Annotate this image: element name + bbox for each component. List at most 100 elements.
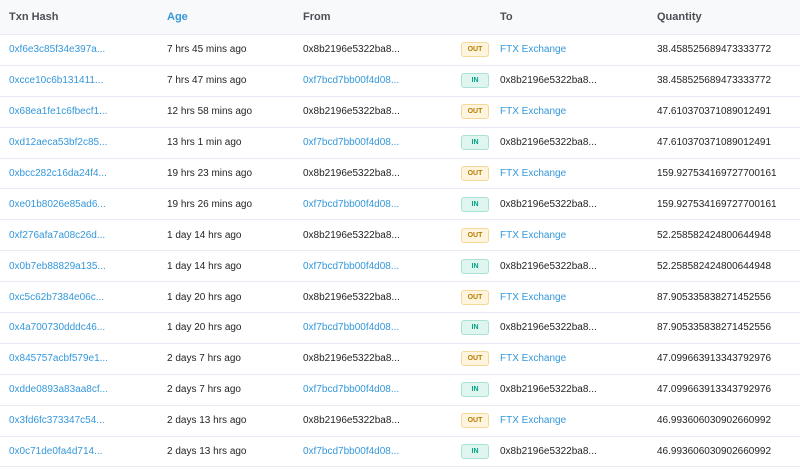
direction-badge: OUT [461, 166, 489, 181]
direction-badge: OUT [461, 413, 489, 429]
txn-hash-link[interactable]: 0xcce10c6b131411... [9, 66, 159, 96]
column-header-age[interactable]: Age [167, 0, 297, 34]
direction-cell: IN [461, 251, 489, 281]
direction-cell: OUT [461, 97, 489, 127]
txn-hash-link[interactable]: 0x0c71de0fa4d714... [9, 437, 159, 467]
txn-quantity: 159.927534169727700161 [657, 198, 777, 210]
txn-quantity: 87.905335838271452556 [657, 322, 772, 334]
from-address: 0x8b2196e5322ba8... [303, 291, 400, 303]
from-address[interactable]: 0xf7bcd7bb00f4d08... [303, 251, 453, 281]
table-row: 0x845757acbf579e1... 2 days 7 hrs ago 0x8b… [0, 344, 800, 375]
table-header: Txn Hash Age From To Quantity [0, 0, 800, 35]
direction-badge: IN [461, 382, 489, 398]
txn-quantity: 52.258582424800644948 [657, 260, 772, 272]
direction-cell: IN [461, 66, 489, 96]
table-row: 0xbcc282c16da24f4... 19 hrs 23 mins ago 0x… [0, 159, 800, 190]
to-address[interactable]: FTX Exchange [500, 344, 650, 374]
txn-age: 19 hrs 26 mins ago [167, 198, 253, 210]
from-address[interactable]: 0xf7bcd7bb00f4d08... [303, 128, 453, 158]
txn-quantity: 87.905335838271452556 [657, 291, 772, 303]
from-address[interactable]: 0xf7bcd7bb00f4d08... [303, 313, 453, 343]
txn-age: 1 day 14 hrs ago [167, 260, 242, 272]
table-row: 0xdde0893a83aa8cf... 2 days 7 hrs ago 0xf7… [0, 375, 800, 406]
from-address[interactable]: 0xf7bcd7bb00f4d08... [303, 375, 453, 405]
column-header-from: From [303, 11, 331, 23]
direction-badge: OUT [461, 289, 489, 305]
txn-age: 1 day 20 hrs ago [167, 322, 242, 334]
txn-hash-link[interactable]: 0x4a700730dddc46... [9, 313, 159, 343]
direction-cell: OUT [461, 159, 489, 189]
txn-hash-link[interactable]: 0x68ea1fe1c6fbecf1... [9, 97, 159, 127]
direction-cell: IN [461, 128, 489, 158]
txn-age: 2 days 13 hrs ago [167, 446, 247, 458]
txn-hash-link[interactable]: 0x3fd6fc373347c54... [9, 406, 159, 436]
txn-age: 1 day 14 hrs ago [167, 229, 242, 241]
to-address[interactable]: FTX Exchange [500, 159, 650, 189]
direction-cell: OUT [461, 282, 489, 312]
txn-age: 7 hrs 47 mins ago [167, 75, 247, 87]
txn-quantity: 52.258582424800644948 [657, 229, 772, 241]
table-row: 0xf276afa7a08c26d... 1 day 14 hrs ago 0x8b… [0, 220, 800, 252]
txn-age: 7 hrs 45 mins ago [167, 44, 247, 56]
direction-badge: IN [461, 196, 489, 212]
txn-hash-link[interactable]: 0xdde0893a83aa8cf... [9, 375, 159, 405]
direction-cell: IN [461, 189, 489, 219]
direction-cell: IN [461, 437, 489, 467]
table-row: 0xd12aeca53bf2c85... 13 hrs 1 min ago 0xf7… [0, 128, 800, 159]
direction-badge: IN [461, 258, 489, 274]
txn-hash-link[interactable]: 0xf276afa7a08c26d... [9, 220, 159, 250]
txn-quantity: 47.610370371089012491 [657, 106, 772, 118]
to-address: 0x8b2196e5322ba8... [500, 75, 597, 87]
txn-hash-link[interactable]: 0xc5c62b7384e06c... [9, 282, 159, 312]
to-address: 0x8b2196e5322ba8... [500, 446, 597, 458]
txn-hash-link[interactable]: 0xe01b8026e85ad6... [9, 189, 159, 219]
to-address: 0x8b2196e5322ba8... [500, 322, 597, 334]
txn-age: 2 days 7 hrs ago [167, 384, 241, 396]
to-address: 0x8b2196e5322ba8... [500, 260, 597, 272]
txn-quantity: 159.927534169727700161 [657, 168, 777, 179]
direction-badge: OUT [461, 351, 489, 367]
direction-badge: IN [461, 320, 489, 336]
txn-age: 12 hrs 58 mins ago [167, 106, 253, 118]
direction-cell: OUT [461, 35, 489, 65]
to-address[interactable]: FTX Exchange [500, 97, 650, 127]
table-row: 0xc5c62b7384e06c... 1 day 20 hrs ago 0x8b2… [0, 282, 800, 314]
direction-badge: IN [461, 444, 489, 460]
table-row: 0xe01b8026e85ad6... 19 hrs 26 mins ago 0xf… [0, 189, 800, 221]
table-row: 0x68ea1fe1c6fbecf1... 12 hrs 58 mins ago 0… [0, 97, 800, 128]
direction-badge: IN [461, 73, 489, 89]
from-address[interactable]: 0xf7bcd7bb00f4d08... [303, 66, 453, 96]
from-address[interactable]: 0xf7bcd7bb00f4d08... [303, 437, 453, 467]
to-address[interactable]: FTX Exchange [500, 406, 650, 436]
from-address: 0x8b2196e5322ba8... [303, 229, 400, 241]
from-address: 0x8b2196e5322ba8... [303, 168, 400, 179]
to-address[interactable]: FTX Exchange [500, 220, 650, 250]
from-address: 0x8b2196e5322ba8... [303, 106, 400, 118]
txn-hash-link[interactable]: 0xf6e3c85f34e397a... [9, 35, 159, 65]
txn-age: 19 hrs 23 mins ago [167, 168, 253, 179]
transactions-table: Txn Hash Age From To Quantity 0xf6e3c85f… [0, 0, 800, 467]
txn-quantity: 46.993606030902660992 [657, 446, 772, 458]
direction-cell: OUT [461, 220, 489, 250]
txn-hash-link[interactable]: 0x0b7eb88829a135... [9, 251, 159, 281]
txn-age: 1 day 20 hrs ago [167, 291, 242, 303]
txn-hash-link[interactable]: 0xd12aeca53bf2c85... [9, 128, 159, 158]
table-row: 0x4a700730dddc46... 1 day 20 hrs ago 0xf7b… [0, 313, 800, 344]
txn-quantity: 47.610370371089012491 [657, 137, 772, 149]
from-address[interactable]: 0xf7bcd7bb00f4d08... [303, 189, 453, 219]
from-address: 0x8b2196e5322ba8... [303, 415, 400, 427]
to-address[interactable]: FTX Exchange [500, 35, 650, 65]
txn-quantity: 38.458525689473333772 [657, 44, 772, 56]
column-header-quantity: Quantity [657, 11, 702, 23]
to-address: 0x8b2196e5322ba8... [500, 384, 597, 396]
txn-quantity: 47.099663913343792976 [657, 353, 772, 365]
txn-hash-link[interactable]: 0x845757acbf579e1... [9, 344, 159, 374]
direction-badge: IN [461, 135, 489, 151]
txn-quantity: 38.458525689473333772 [657, 75, 772, 87]
table-row: 0x0b7eb88829a135... 1 day 14 hrs ago 0xf7b… [0, 251, 800, 283]
table-row: 0x0c71de0fa4d714... 2 days 13 hrs ago 0xf7… [0, 437, 800, 467]
txn-age: 2 days 13 hrs ago [167, 415, 247, 427]
txn-hash-link[interactable]: 0xbcc282c16da24f4... [9, 159, 159, 189]
direction-cell: OUT [461, 406, 489, 436]
to-address[interactable]: FTX Exchange [500, 282, 650, 312]
